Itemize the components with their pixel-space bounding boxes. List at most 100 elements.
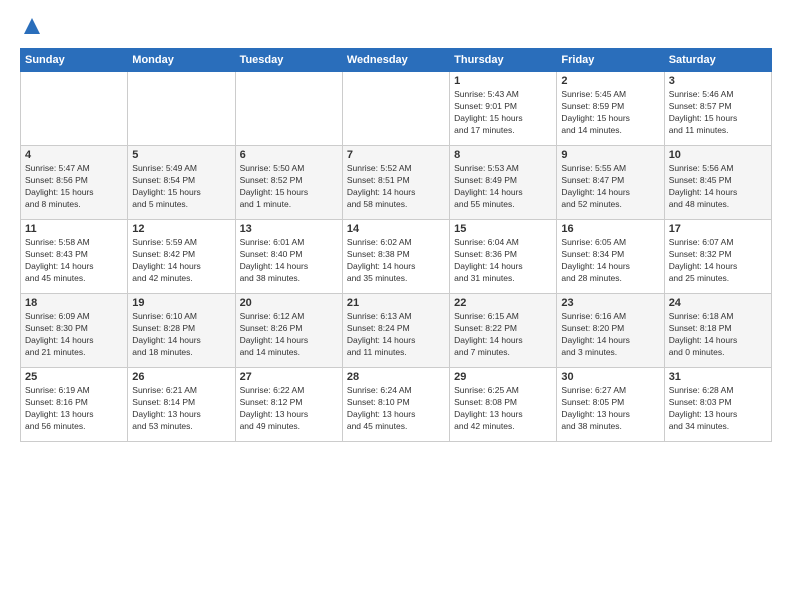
day-cell: 9 Sunrise: 5:55 AM Sunset: 8:47 PM Daylig… bbox=[557, 146, 664, 220]
day-number: 7 bbox=[347, 149, 445, 161]
header bbox=[20, 16, 772, 36]
day-info: Sunrise: 5:52 AM Sunset: 8:51 PM Dayligh… bbox=[347, 163, 445, 211]
day-info: Sunrise: 6:22 AM Sunset: 8:12 PM Dayligh… bbox=[240, 385, 338, 433]
day-cell: 18 Sunrise: 6:09 AM Sunset: 8:30 PM Dayli… bbox=[21, 294, 128, 368]
day-info: Sunrise: 6:10 AM Sunset: 8:28 PM Dayligh… bbox=[132, 311, 230, 359]
day-info: Sunrise: 6:28 AM Sunset: 8:03 PM Dayligh… bbox=[669, 385, 767, 433]
day-info: Sunrise: 5:55 AM Sunset: 8:47 PM Dayligh… bbox=[561, 163, 659, 211]
day-number: 23 bbox=[561, 297, 659, 309]
day-info: Sunrise: 6:24 AM Sunset: 8:10 PM Dayligh… bbox=[347, 385, 445, 433]
day-cell: 28 Sunrise: 6:24 AM Sunset: 8:10 PM Dayli… bbox=[342, 368, 449, 442]
day-cell: 16 Sunrise: 6:05 AM Sunset: 8:34 PM Dayli… bbox=[557, 220, 664, 294]
day-info: Sunrise: 6:15 AM Sunset: 8:22 PM Dayligh… bbox=[454, 311, 552, 359]
day-cell: 6Sunrise: 5:50 AM Sunset: 8:52 PM Daylig… bbox=[235, 146, 342, 220]
day-info: Sunrise: 6:02 AM Sunset: 8:38 PM Dayligh… bbox=[347, 237, 445, 285]
day-number: 11 bbox=[25, 223, 123, 235]
day-number: 25 bbox=[25, 371, 123, 383]
day-number: 27 bbox=[240, 371, 338, 383]
day-info: Sunrise: 5:58 AM Sunset: 8:43 PM Dayligh… bbox=[25, 237, 123, 285]
day-number: 16 bbox=[561, 223, 659, 235]
day-info: Sunrise: 6:27 AM Sunset: 8:05 PM Dayligh… bbox=[561, 385, 659, 433]
day-cell: 22 Sunrise: 6:15 AM Sunset: 8:22 PM Dayli… bbox=[450, 294, 557, 368]
day-cell: 25 Sunrise: 6:19 AM Sunset: 8:16 PM Dayli… bbox=[21, 368, 128, 442]
day-cell: 2 Sunrise: 5:45 AM Sunset: 8:59 PM Daylig… bbox=[557, 72, 664, 146]
day-number: 28 bbox=[347, 371, 445, 383]
day-info: Sunrise: 6:05 AM Sunset: 8:34 PM Dayligh… bbox=[561, 237, 659, 285]
day-cell: 23Sunrise: 6:16 AM Sunset: 8:20 PM Dayli… bbox=[557, 294, 664, 368]
day-number: 22 bbox=[454, 297, 552, 309]
week-row-1: 1 Sunrise: 5:43 AM Sunset: 9:01 PM Daylig… bbox=[21, 72, 772, 146]
day-cell: 19Sunrise: 6:10 AM Sunset: 8:28 PM Dayli… bbox=[128, 294, 235, 368]
day-cell: 12 Sunrise: 5:59 AM Sunset: 8:42 PM Dayli… bbox=[128, 220, 235, 294]
weekday-header-wednesday: Wednesday bbox=[342, 49, 449, 72]
day-info: Sunrise: 5:43 AM Sunset: 9:01 PM Dayligh… bbox=[454, 89, 552, 137]
day-cell bbox=[235, 72, 342, 146]
day-cell: 21 Sunrise: 6:13 AM Sunset: 8:24 PM Dayli… bbox=[342, 294, 449, 368]
day-number: 29 bbox=[454, 371, 552, 383]
week-row-3: 11 Sunrise: 5:58 AM Sunset: 8:43 PM Dayli… bbox=[21, 220, 772, 294]
day-cell: 1 Sunrise: 5:43 AM Sunset: 9:01 PM Daylig… bbox=[450, 72, 557, 146]
day-info: Sunrise: 6:04 AM Sunset: 8:36 PM Dayligh… bbox=[454, 237, 552, 285]
day-info: Sunrise: 5:53 AM Sunset: 8:49 PM Dayligh… bbox=[454, 163, 552, 211]
day-cell: 5 Sunrise: 5:49 AM Sunset: 8:54 PM Daylig… bbox=[128, 146, 235, 220]
day-cell: 13Sunrise: 6:01 AM Sunset: 8:40 PM Dayli… bbox=[235, 220, 342, 294]
day-info: Sunrise: 5:47 AM Sunset: 8:56 PM Dayligh… bbox=[25, 163, 123, 211]
day-number: 2 bbox=[561, 75, 659, 87]
day-cell: 26 Sunrise: 6:21 AM Sunset: 8:14 PM Dayli… bbox=[128, 368, 235, 442]
day-cell bbox=[128, 72, 235, 146]
day-cell bbox=[342, 72, 449, 146]
day-info: Sunrise: 5:50 AM Sunset: 8:52 PM Dayligh… bbox=[240, 163, 338, 211]
day-cell: 17 Sunrise: 6:07 AM Sunset: 8:32 PM Dayli… bbox=[664, 220, 771, 294]
day-info: Sunrise: 6:09 AM Sunset: 8:30 PM Dayligh… bbox=[25, 311, 123, 359]
day-info: Sunrise: 5:59 AM Sunset: 8:42 PM Dayligh… bbox=[132, 237, 230, 285]
day-info: Sunrise: 6:13 AM Sunset: 8:24 PM Dayligh… bbox=[347, 311, 445, 359]
day-info: Sunrise: 6:21 AM Sunset: 8:14 PM Dayligh… bbox=[132, 385, 230, 433]
weekday-header-monday: Monday bbox=[128, 49, 235, 72]
day-cell: 24 Sunrise: 6:18 AM Sunset: 8:18 PM Dayli… bbox=[664, 294, 771, 368]
day-cell: 20Sunrise: 6:12 AM Sunset: 8:26 PM Dayli… bbox=[235, 294, 342, 368]
day-number: 3 bbox=[669, 75, 767, 87]
logo bbox=[20, 16, 42, 36]
day-info: Sunrise: 5:45 AM Sunset: 8:59 PM Dayligh… bbox=[561, 89, 659, 137]
day-info: Sunrise: 6:19 AM Sunset: 8:16 PM Dayligh… bbox=[25, 385, 123, 433]
day-number: 26 bbox=[132, 371, 230, 383]
day-cell: 29 Sunrise: 6:25 AM Sunset: 8:08 PM Dayli… bbox=[450, 368, 557, 442]
day-number: 24 bbox=[669, 297, 767, 309]
day-cell: 4 Sunrise: 5:47 AM Sunset: 8:56 PM Daylig… bbox=[21, 146, 128, 220]
day-number: 8 bbox=[454, 149, 552, 161]
day-cell: 15 Sunrise: 6:04 AM Sunset: 8:36 PM Dayli… bbox=[450, 220, 557, 294]
day-number: 21 bbox=[347, 297, 445, 309]
day-cell: 27 Sunrise: 6:22 AM Sunset: 8:12 PM Dayli… bbox=[235, 368, 342, 442]
weekday-header-tuesday: Tuesday bbox=[235, 49, 342, 72]
week-row-5: 25 Sunrise: 6:19 AM Sunset: 8:16 PM Dayli… bbox=[21, 368, 772, 442]
day-number: 9 bbox=[561, 149, 659, 161]
day-number: 4 bbox=[25, 149, 123, 161]
day-number: 1 bbox=[454, 75, 552, 87]
day-info: Sunrise: 5:46 AM Sunset: 8:57 PM Dayligh… bbox=[669, 89, 767, 137]
day-cell: 3 Sunrise: 5:46 AM Sunset: 8:57 PM Daylig… bbox=[664, 72, 771, 146]
day-number: 17 bbox=[669, 223, 767, 235]
day-info: Sunrise: 6:07 AM Sunset: 8:32 PM Dayligh… bbox=[669, 237, 767, 285]
day-cell: 14 Sunrise: 6:02 AM Sunset: 8:38 PM Dayli… bbox=[342, 220, 449, 294]
day-number: 12 bbox=[132, 223, 230, 235]
day-number: 31 bbox=[669, 371, 767, 383]
day-number: 10 bbox=[669, 149, 767, 161]
day-number: 20 bbox=[240, 297, 338, 309]
weekday-header-thursday: Thursday bbox=[450, 49, 557, 72]
weekday-header-row: SundayMondayTuesdayWednesdayThursdayFrid… bbox=[21, 49, 772, 72]
page: SundayMondayTuesdayWednesdayThursdayFrid… bbox=[0, 0, 792, 452]
day-cell: 31 Sunrise: 6:28 AM Sunset: 8:03 PM Dayli… bbox=[664, 368, 771, 442]
day-cell: 8 Sunrise: 5:53 AM Sunset: 8:49 PM Daylig… bbox=[450, 146, 557, 220]
calendar-table: SundayMondayTuesdayWednesdayThursdayFrid… bbox=[20, 48, 772, 442]
day-info: Sunrise: 5:49 AM Sunset: 8:54 PM Dayligh… bbox=[132, 163, 230, 211]
day-info: Sunrise: 6:18 AM Sunset: 8:18 PM Dayligh… bbox=[669, 311, 767, 359]
day-number: 18 bbox=[25, 297, 123, 309]
day-info: Sunrise: 5:56 AM Sunset: 8:45 PM Dayligh… bbox=[669, 163, 767, 211]
day-number: 14 bbox=[347, 223, 445, 235]
weekday-header-sunday: Sunday bbox=[21, 49, 128, 72]
day-number: 5 bbox=[132, 149, 230, 161]
day-number: 15 bbox=[454, 223, 552, 235]
logo-icon bbox=[22, 16, 42, 36]
day-info: Sunrise: 6:25 AM Sunset: 8:08 PM Dayligh… bbox=[454, 385, 552, 433]
day-number: 30 bbox=[561, 371, 659, 383]
